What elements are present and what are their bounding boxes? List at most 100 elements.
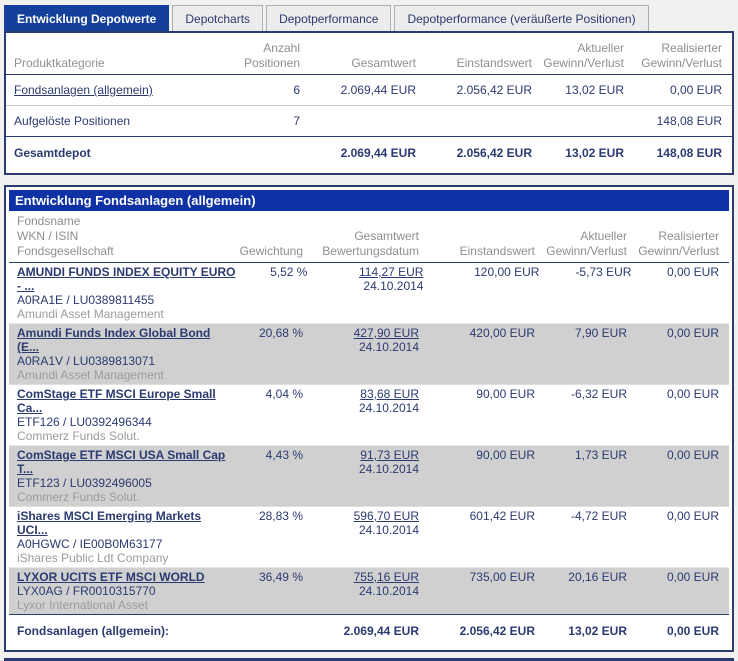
fund-current-pl: 20,16 EUR [568,570,627,584]
funds-header-row: Fondsname WKN / ISIN Fondsgesellschaft G… [9,211,729,263]
fund-wkn-isin: ETF126 / LU0392496344 [17,415,152,429]
fund-cost: 601,42 EUR [469,509,535,523]
fund-cost: 420,00 EUR [469,326,535,340]
funds-footer-realized-pl: 0,00 EUR [666,624,719,638]
fund-wkn-isin: ETF123 / LU0392496005 [17,476,152,490]
fund-wkn-isin: A0HGWC / IE00B0M63177 [17,537,163,551]
fund-current-pl: 7,90 EUR [574,326,627,340]
fund-valuation-date: 24.10.2014 [358,340,419,354]
summary-header-row: Produktkategorie Anzahl Positionen Gesam… [6,37,732,75]
fund-name-link[interactable]: LYXOR UCITS ETF MSCI WORLD [17,570,231,584]
summary-total: 2.069,44 EUR [340,83,416,97]
funds-footer-current-pl: 13,02 EUR [568,624,627,638]
fund-company: Amundi Asset Management [17,368,164,382]
fund-valuation-date: 24.10.2014 [358,401,419,415]
funds-header-gewichtung: Gewichtung [239,244,303,258]
fund-value-link[interactable]: 427,90 EUR [354,326,419,340]
fund-realized-pl: 0,00 EUR [666,448,719,462]
fund-name-link-line2[interactable]: (E... [17,340,231,354]
tab-bar: Entwicklung Depotwerte Depotcharts Depot… [0,4,738,31]
gesamtdepot-total: 2.069,44 EUR [340,146,416,160]
fund-realized-pl: 0,00 EUR [666,509,719,523]
fund-value-link[interactable]: 114,27 EUR [359,265,423,279]
fund-realized-pl: 0,00 EUR [666,265,719,279]
fund-company: iShares Public Ldt Company [17,551,169,565]
summary-cost: 2.056,42 EUR [456,83,532,97]
fund-name-link[interactable]: ComStage ETF MSCI USA Small Cap [17,448,231,462]
summary-header-einstandswert: Einstandswert [456,56,532,70]
fund-cost: 120,00 EUR [474,265,540,279]
funds-footer-label: Fondsanlagen (allgemein): [17,624,170,638]
fund-weight: 4,04 % [265,387,303,401]
fund-current-pl: -6,32 EUR [570,387,627,401]
fund-row: ComStage ETF MSCI USA Small Cap T... ETF… [9,445,729,506]
fund-company: Commerz Funds Solut. [17,429,140,443]
fondsanlagen-allgemein-link[interactable]: Fondsanlagen (allgemein) [14,83,153,97]
fund-value-link[interactable]: 83,68 EUR [360,387,419,401]
summary-realized-pl: 148,08 EUR [656,114,722,128]
funds-header-aktueller-gewinn-verlust: Aktueller Gewinn/Verlust [546,229,627,258]
fund-current-pl: -5,73 EUR [575,265,632,279]
funds-panel: Entwicklung Fondsanlagen (allgemein) Fon… [4,185,734,652]
summary-realized-pl: 0,00 EUR [669,83,722,97]
fund-name-link-line2[interactable]: T... [17,462,231,476]
funds-footer-total: 2.069,44 EUR [343,624,419,638]
fund-value-link[interactable]: 596,70 EUR [354,509,419,523]
fund-cost: 90,00 EUR [476,387,535,401]
fund-company: Lyxor International Asset [17,598,148,612]
fund-company: Commerz Funds Solut. [17,490,140,504]
fund-name-link[interactable]: ComStage ETF MSCI Europe Small [17,387,231,401]
fund-name-link[interactable]: iShares MSCI Emerging Markets [17,509,231,523]
gesamtdepot-cost: 2.056,42 EUR [456,146,532,160]
funds-header-einstandswert: Einstandswert [459,244,535,258]
gesamtdepot-label: Gesamtdepot [14,146,91,160]
tab-depotperformance-veraeusserte-positionen[interactable]: Depotperformance (veräußerte Positionen) [394,5,649,31]
fund-name-link[interactable]: Amundi Funds Index Global Bond [17,326,231,340]
fund-valuation-date: 24.10.2014 [363,279,424,293]
fund-row: LYXOR UCITS ETF MSCI WORLD LYX0AG / FR00… [9,567,729,614]
funds-table-body: AMUNDI FUNDS INDEX EQUITY EURO - ... A0R… [9,263,729,614]
tab-depotcharts[interactable]: Depotcharts [172,5,264,31]
summary-positions: 6 [293,83,300,97]
fund-row: iShares MSCI Emerging Markets UCI... A0H… [9,506,729,567]
fund-row: AMUNDI FUNDS INDEX EQUITY EURO - ... A0R… [9,263,729,323]
summary-row-aufgeloeste: Aufgelöste Positionen 7 148,08 EUR [6,106,732,136]
fund-valuation-date: 24.10.2014 [358,523,419,537]
funds-header-realisierter-gewinn-verlust: Realisierter Gewinn/Verlust [638,229,719,258]
funds-footer-row: Fondsanlagen (allgemein): 2.069,44 EUR 2… [9,614,729,647]
fund-weight: 20,68 % [258,326,303,340]
fund-name-link-line2[interactable]: Ca... [17,401,231,415]
summary-positions: 7 [293,114,300,128]
fund-valuation-date: 24.10.2014 [358,462,419,476]
gesamtdepot-current-pl: 13,02 EUR [565,146,624,160]
tab-depotperformance[interactable]: Depotperformance [266,5,392,31]
fund-realized-pl: 0,00 EUR [666,326,719,340]
summary-current-pl: 13,02 EUR [565,83,624,97]
fund-weight: 4,43 % [265,448,303,462]
page: Entwicklung Depotwerte Depotcharts Depot… [0,0,738,661]
funds-footer-cost: 2.056,42 EUR [459,624,535,638]
summary-footer-gesamtdepot: Gesamtdepot 2.069,44 EUR 2.056,42 EUR 13… [6,136,732,169]
fund-name-link-line2[interactable]: - ... [17,279,235,293]
fund-wkn-isin: LYX0AG / FR0010315770 [17,584,156,598]
summary-header-produktkategorie: Produktkategorie [14,56,105,70]
fund-weight: 5,52 % [270,265,308,279]
summary-category: Aufgelöste Positionen [14,114,131,128]
summary-header-anzahl-positionen: Anzahl Positionen [243,41,300,70]
fund-value-link[interactable]: 755,16 EUR [354,570,419,584]
summary-header-gesamtwert: Gesamtwert [351,56,416,70]
fund-current-pl: 1,73 EUR [574,448,627,462]
summary-panel: Produktkategorie Anzahl Positionen Gesam… [4,31,734,175]
gesamtdepot-realized-pl: 148,08 EUR [656,146,722,160]
summary-header-aktueller-gewinn-verlust: Aktueller Gewinn/Verlust [543,41,624,70]
fund-weight: 36,49 % [258,570,303,584]
tab-entwicklung-depotwerte[interactable]: Entwicklung Depotwerte [4,5,170,31]
fund-name-link-line2[interactable]: UCI... [17,523,231,537]
fund-current-pl: -4,72 EUR [570,509,627,523]
fund-value-link[interactable]: 91,73 EUR [360,448,419,462]
fund-wkn-isin: A0RA1E / LU0389811455 [17,293,155,307]
summary-row-fondsanlagen: Fondsanlagen (allgemein) 6 2.069,44 EUR … [6,75,732,106]
fund-realized-pl: 0,00 EUR [666,387,719,401]
fund-cost: 735,00 EUR [469,570,535,584]
fund-name-link[interactable]: AMUNDI FUNDS INDEX EQUITY EURO [17,265,235,279]
